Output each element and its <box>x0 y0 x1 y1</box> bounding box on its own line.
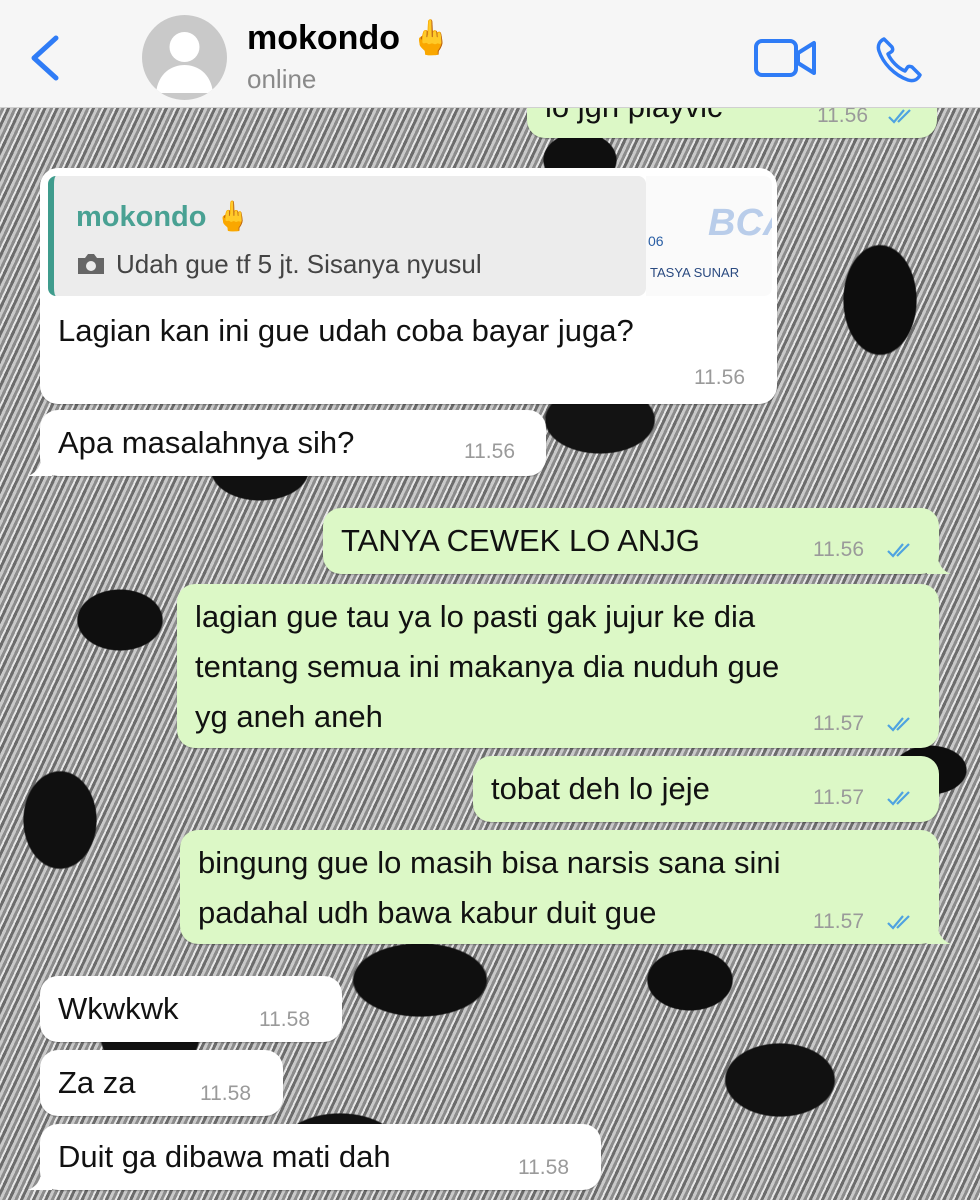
message-bubble-incoming[interactable]: Wkwkwk 11.58 <box>40 976 342 1042</box>
message-time: 11.57 <box>813 910 864 933</box>
video-call-icon[interactable] <box>754 37 818 79</box>
message-text: Lagian kan ini gue udah coba bayar juga? <box>58 313 634 348</box>
message-bubble-incoming[interactable]: Apa masalahnya sih? 11.56 <box>28 410 546 476</box>
message-text: Duit ga dibawa mati dah <box>58 1139 391 1174</box>
thumb-brand: BCA <box>708 202 772 244</box>
read-ticks-icon <box>887 791 910 806</box>
message-text: Apa masalahnya sih? <box>58 425 355 460</box>
quoted-message[interactable]: mokondo 🖕 Udah gue tf 5 jt. Sisanya nyus… <box>48 176 646 296</box>
message-bubble-incoming[interactable]: Za za 11.58 <box>40 1050 283 1116</box>
message-text: lagian gue tau ya lo pasti gak jujur ke … <box>195 599 780 734</box>
phone-call-icon[interactable] <box>874 35 924 85</box>
quoted-sender-emoji: 🖕 <box>214 199 251 233</box>
message-text: TANYA CEWEK LO ANJG <box>341 523 700 558</box>
contact-emoji: 🖕 <box>409 18 452 58</box>
message-time: 11.57 <box>813 786 864 809</box>
message-text: Wkwkwk <box>58 991 179 1026</box>
message-time: 11.58 <box>518 1156 569 1179</box>
read-ticks-icon <box>887 717 910 732</box>
message-bubble-incoming[interactable]: Duit ga dibawa mati dah 11.58 <box>28 1124 601 1190</box>
bubble-tail <box>927 920 951 944</box>
default-avatar-icon <box>156 32 213 93</box>
read-ticks-icon <box>887 543 910 558</box>
message-bubble-outgoing[interactable]: tobat deh lo jeje 11.57 <box>473 756 939 822</box>
message-bubble-outgoing[interactable]: TANYA CEWEK LO ANJG 11.56 <box>323 508 951 574</box>
message-time: 11.58 <box>200 1082 251 1105</box>
message-bubble-outgoing[interactable]: lagian gue tau ya lo pasti gak jujur ke … <box>177 584 939 748</box>
message-text: bingung gue lo masih bisa narsis sana si… <box>198 845 781 930</box>
contact-name-text: mokondo <box>247 19 400 57</box>
message-time: 11.56 <box>694 366 745 389</box>
thumb-name: TASYA SUNAR <box>650 265 740 280</box>
contact-status: online <box>247 64 317 94</box>
quoted-sender: mokondo 🖕 <box>76 198 251 235</box>
camera-icon <box>78 254 104 274</box>
message-time: 11.56 <box>813 538 864 561</box>
quoted-text: Udah gue tf 5 jt. Sisanya nyusul <box>116 249 482 279</box>
bubble-tail <box>927 550 951 574</box>
quoted-image-thumbnail: 06 BCA TASYA SUNAR <box>646 176 772 296</box>
message-text: Za za <box>58 1065 136 1100</box>
message-bubble-incoming-reply[interactable]: mokondo 🖕 Udah gue tf 5 jt. Sisanya nyus… <box>40 168 777 404</box>
read-ticks-icon <box>887 915 910 930</box>
message-time: 11.56 <box>464 440 515 463</box>
back-chevron-icon[interactable] <box>26 30 66 86</box>
bubble-tail <box>28 452 52 476</box>
message-time: 11.57 <box>813 712 864 735</box>
bubble-tail <box>28 1166 52 1190</box>
message-bubble-outgoing[interactable]: bingung gue lo masih bisa narsis sana si… <box>180 830 951 944</box>
message-time: 11.58 <box>259 1008 310 1031</box>
contact-name[interactable]: mokondo 🖕 <box>247 18 452 58</box>
message-text: tobat deh lo jeje <box>491 771 710 806</box>
read-ticks-icon <box>888 109 911 124</box>
avatar[interactable] <box>142 15 227 100</box>
chat-header: mokondo 🖕 online <box>0 0 980 108</box>
quoted-sender-name: mokondo <box>76 201 207 233</box>
